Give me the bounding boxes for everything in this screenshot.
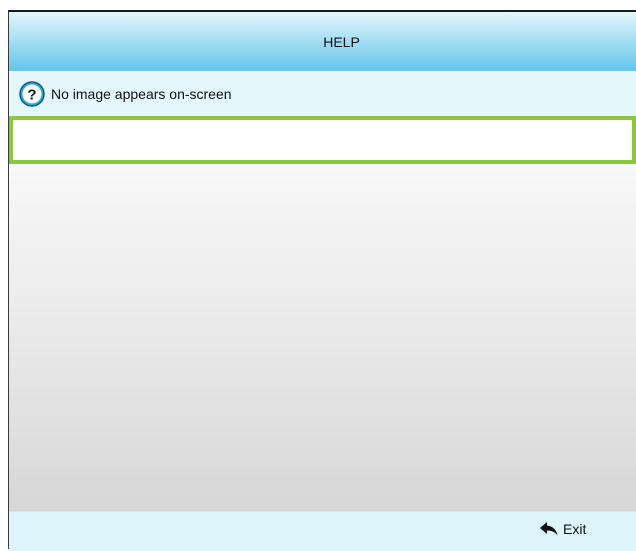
help-topic-row: ? No image appears on-screen (9, 72, 636, 115)
help-menu-window: HELP ? No image appears on-screen Exit (8, 10, 636, 551)
svg-text:?: ? (27, 86, 36, 103)
help-topic-label: No image appears on-screen (51, 85, 232, 102)
help-content-area (9, 164, 636, 511)
title-bar: HELP (9, 12, 636, 71)
selected-menu-item[interactable] (9, 116, 636, 164)
question-mark-icon: ? (19, 80, 45, 107)
page-title: HELP (323, 33, 360, 50)
exit-button[interactable]: Exit (539, 521, 586, 537)
footer-bar: Exit (9, 511, 636, 551)
exit-label: Exit (563, 521, 587, 537)
return-arrow-icon (540, 522, 558, 536)
